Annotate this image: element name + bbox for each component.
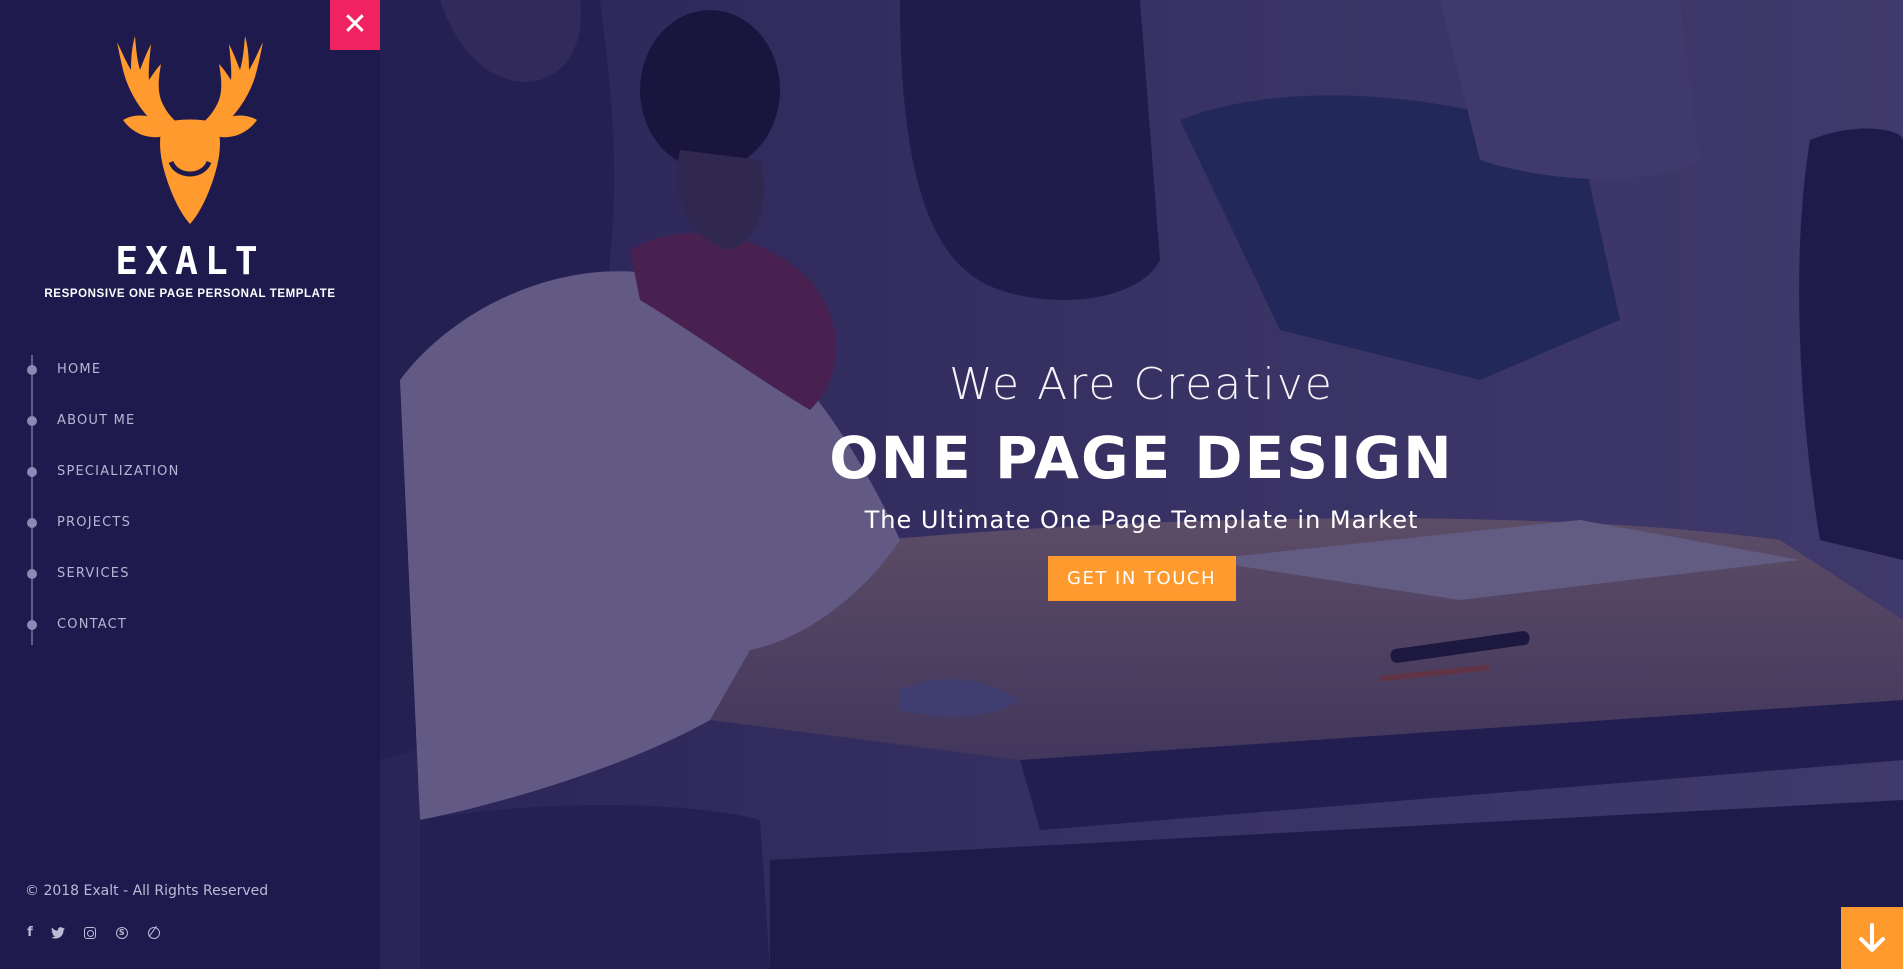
scroll-down-button[interactable]	[1841, 907, 1903, 969]
nav-dot	[27, 518, 37, 528]
nav-item-specialization[interactable]: SPECIALIZATION	[0, 457, 260, 487]
hero-kicker: We Are Creative	[949, 359, 1334, 410]
nav-item-projects[interactable]: PROJECTS	[0, 508, 260, 538]
nav-item-contact[interactable]: CONTACT	[0, 610, 260, 640]
nav-dot	[27, 416, 37, 426]
nav-dot	[27, 569, 37, 579]
hero-content: We Are Creative ONE PAGE DESIGN The Ulti…	[380, 355, 1903, 601]
nav-label: PROJECTS	[57, 515, 132, 530]
twitter-icon[interactable]	[48, 923, 67, 943]
skype-icon[interactable]: S	[112, 923, 131, 943]
dribbble-icon[interactable]	[144, 923, 163, 943]
brand-tagline: RESPONSIVE ONE PAGE PERSONAL TEMPLATE	[44, 288, 336, 300]
nav-dot	[27, 467, 37, 477]
nav-label: SERVICES	[57, 566, 130, 581]
close-sidebar-button[interactable]: ✕	[330, 0, 380, 50]
nav-item-about-me[interactable]: ABOUT ME	[0, 406, 260, 436]
get-in-touch-button[interactable]: GET IN TOUCH	[1047, 556, 1236, 601]
sidebar: EXALT RESPONSIVE ONE PAGE PERSONAL TEMPL…	[0, 0, 380, 969]
copyright-text: © 2018 Exalt - All Rights Reserved	[25, 883, 269, 899]
instagram-icon[interactable]	[80, 923, 99, 943]
nav-timeline	[31, 355, 33, 645]
brand-name: EXALT	[115, 239, 265, 283]
hero-section: We Are Creative ONE PAGE DESIGN The Ulti…	[380, 0, 1903, 969]
nav-label: ABOUT ME	[57, 413, 136, 428]
brand-logo[interactable]: EXALT RESPONSIVE ONE PAGE PERSONAL TEMPL…	[0, 22, 380, 300]
nav-label: HOME	[57, 362, 102, 377]
hero-subtitle: The Ultimate One Page Template in Market	[864, 506, 1419, 534]
nav-dot	[27, 365, 37, 375]
hero-title: ONE PAGE DESIGN	[829, 424, 1454, 492]
nav-label: CONTACT	[57, 617, 128, 632]
facebook-icon[interactable]: f	[25, 923, 35, 943]
nav-item-home[interactable]: HOME	[0, 355, 260, 385]
nav-item-services[interactable]: SERVICES	[0, 559, 260, 589]
close-icon: ✕	[342, 7, 368, 42]
nav-dot	[27, 620, 37, 630]
nav-label: SPECIALIZATION	[57, 464, 180, 479]
deer-head-icon	[117, 36, 263, 224]
social-links: f S	[25, 921, 171, 941]
arrow-down-icon	[1859, 923, 1885, 952]
